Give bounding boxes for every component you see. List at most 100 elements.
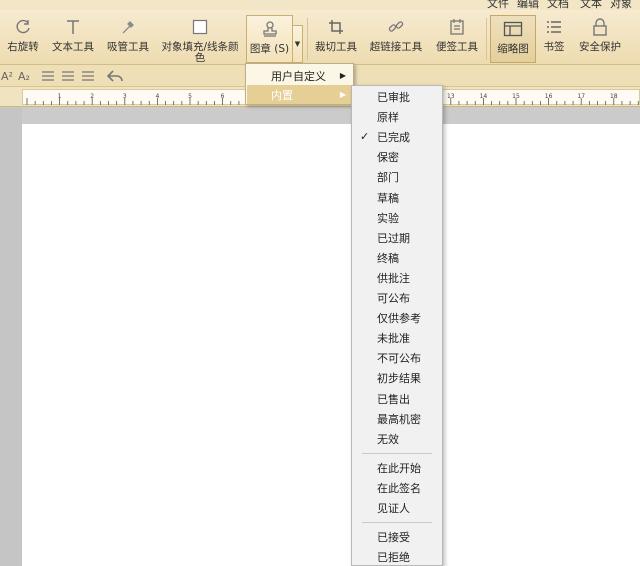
- stamp-dropdown-arrow-icon[interactable]: ▼: [293, 25, 303, 63]
- checkmark-icon: ✓: [360, 130, 370, 144]
- stamp-menu-item[interactable]: 终稿: [354, 248, 440, 268]
- thumbnail-button[interactable]: 缩略图: [490, 15, 536, 63]
- hyperlink-tool-label: 超链接工具: [369, 41, 423, 53]
- menu-object[interactable]: 对象: [610, 0, 632, 10]
- stamp-menu-item-label: 实验: [377, 211, 399, 225]
- stamp-menu-item-label: 在此签名: [377, 481, 421, 495]
- superscript-button[interactable]: A²: [0, 68, 14, 84]
- ruler-label: 2: [90, 93, 94, 100]
- stamp-menu-item[interactable]: 已审批: [354, 87, 440, 107]
- stamp-menu-item[interactable]: 已过期: [354, 228, 440, 248]
- stamp-menu-item[interactable]: 未批准: [354, 328, 440, 348]
- stamp-button[interactable]: 图章 (S): [246, 15, 293, 63]
- eyedropper-button[interactable]: 吸管工具: [105, 10, 151, 65]
- menu-separator: [362, 522, 432, 524]
- fill-square-icon: [189, 16, 211, 38]
- align-center-icon[interactable]: [60, 68, 76, 84]
- stamp-menu-item-label: 无效: [377, 432, 399, 446]
- rotate-right-label: 右旋转: [7, 41, 39, 53]
- stamp-menu-item[interactable]: 在此签名: [354, 478, 440, 498]
- stamp-menu-item-label: 未批准: [377, 332, 410, 346]
- stamp-menu-item[interactable]: 无效: [354, 429, 440, 449]
- align-right-icon[interactable]: [80, 68, 96, 84]
- superscript-label: A²: [1, 69, 13, 83]
- note-tool-label: 便签工具: [436, 41, 478, 53]
- stamp-menu-item[interactable]: 保密: [354, 147, 440, 167]
- stamp-menu-item-label: 草稿: [377, 191, 399, 205]
- stamp-menu-item-label: 已过期: [377, 231, 410, 245]
- stamp-menu-item[interactable]: 见证人: [354, 498, 440, 518]
- ribbon-toolbar: 右旋转 文本工具 吸管工具 对象填充/线条颜色 图章 (S) ▼ 裁切工具 超链…: [0, 10, 640, 65]
- stamp-menu-item[interactable]: 不可公布: [354, 348, 440, 368]
- ruler-label: 1: [58, 93, 62, 100]
- stamp-menu-item-label: 不可公布: [377, 352, 421, 366]
- stamp-menu-item[interactable]: 最高机密: [354, 409, 440, 429]
- stamp-menu-item-label: 已审批: [377, 91, 410, 104]
- stamp-menu-item-label: 原样: [377, 111, 399, 125]
- menu-file[interactable]: 文件: [487, 0, 509, 10]
- ruler-label: 16: [545, 93, 553, 100]
- security-label: 安全保护: [579, 41, 621, 53]
- eyedropper-icon: [117, 16, 139, 38]
- user-defined-label: 用户自定义: [271, 69, 326, 83]
- stamp-menu-item[interactable]: 草稿: [354, 188, 440, 208]
- bookmark-button[interactable]: 书签: [538, 10, 570, 65]
- rotate-right-button[interactable]: 右旋转: [2, 10, 44, 65]
- text-t-icon: [62, 16, 84, 38]
- stamp-menu-item[interactable]: 部门: [354, 167, 440, 187]
- hyperlink-tool-button[interactable]: 超链接工具: [368, 10, 424, 65]
- bookmark-label: 书签: [543, 41, 565, 53]
- stamp-menu-item[interactable]: 初步结果: [354, 368, 440, 388]
- subscript-button[interactable]: A₂: [16, 68, 32, 84]
- stamp-menu-item-label: 已接受: [377, 531, 410, 545]
- menu-builtin[interactable]: 内置 ▶: [247, 85, 352, 104]
- ribbon-divider: [486, 18, 487, 60]
- undo-arrow-icon[interactable]: [106, 68, 124, 84]
- menu-user-defined[interactable]: 用户自定义 ▶: [247, 66, 352, 85]
- menu-edit[interactable]: 编辑: [517, 0, 539, 10]
- stamp-menu-item[interactable]: 已接受: [354, 527, 440, 547]
- builtin-label: 内置: [271, 88, 293, 102]
- stamp-icon: [259, 18, 281, 40]
- stamp-menu-item[interactable]: 可公布: [354, 288, 440, 308]
- object-fill-button[interactable]: 对象填充/线条颜色: [160, 10, 240, 65]
- stamp-menu-item[interactable]: 原样: [354, 107, 440, 127]
- workspace-left-margin: [0, 108, 22, 566]
- stamp-menu-item[interactable]: ✓ 已完成: [354, 127, 440, 147]
- submenu-arrow-icon: ▶: [339, 90, 346, 99]
- crop-icon: [325, 16, 347, 38]
- security-button[interactable]: 安全保护: [576, 10, 624, 65]
- thumbnail-icon: [502, 18, 524, 40]
- stamp-menu-item-label: 可公布: [377, 292, 410, 305]
- stamp-menu-item[interactable]: 已售出: [354, 389, 440, 409]
- ruler-label: 5: [188, 93, 192, 100]
- text-tool-label: 文本工具: [52, 41, 94, 53]
- stamp-menu-item-label: 初步结果: [377, 372, 421, 386]
- ruler-label: 17: [577, 93, 585, 100]
- stamp-menu-item-label: 仅供参考: [377, 312, 421, 326]
- align-left-icon[interactable]: [40, 68, 56, 84]
- document-page-right[interactable]: [452, 124, 640, 566]
- stamp-menu-item[interactable]: 供批注: [354, 268, 440, 288]
- stamp-menu-item-label: 已完成: [377, 131, 410, 145]
- stamp-menu-item[interactable]: 仅供参考: [354, 308, 440, 328]
- stamp-menu-item[interactable]: 在此开始: [354, 458, 440, 478]
- stamp-menu-item-label: 终稿: [377, 251, 399, 265]
- stamp-menu-item-label: 已拒绝: [377, 551, 410, 565]
- stamp-menu-item[interactable]: 实验: [354, 208, 440, 228]
- menu-separator: [362, 452, 432, 454]
- note-tool-button[interactable]: 便签工具: [433, 10, 481, 65]
- builtin-stamps-menu: 已审批原样 ✓ 已完成保密 部门草稿实验已过期终稿供批注可公布仅供参考未批准不可公布初…: [351, 85, 443, 566]
- text-tool-button[interactable]: 文本工具: [50, 10, 96, 65]
- object-fill-label: 对象填充/线条颜色: [161, 41, 239, 64]
- ruler-label: 4: [155, 93, 159, 100]
- bookmark-list-icon: [543, 16, 565, 38]
- ruler-label: 18: [610, 93, 618, 100]
- link-icon: [385, 16, 407, 38]
- stamp-menu-item[interactable]: 已拒绝: [354, 547, 440, 566]
- menu-document[interactable]: 文档: [547, 0, 569, 10]
- crop-tool-label: 裁切工具: [315, 41, 357, 53]
- stamp-menu-item-label: 最高机密: [377, 412, 421, 426]
- crop-tool-button[interactable]: 裁切工具: [312, 10, 360, 65]
- menu-text[interactable]: 文本: [580, 0, 602, 10]
